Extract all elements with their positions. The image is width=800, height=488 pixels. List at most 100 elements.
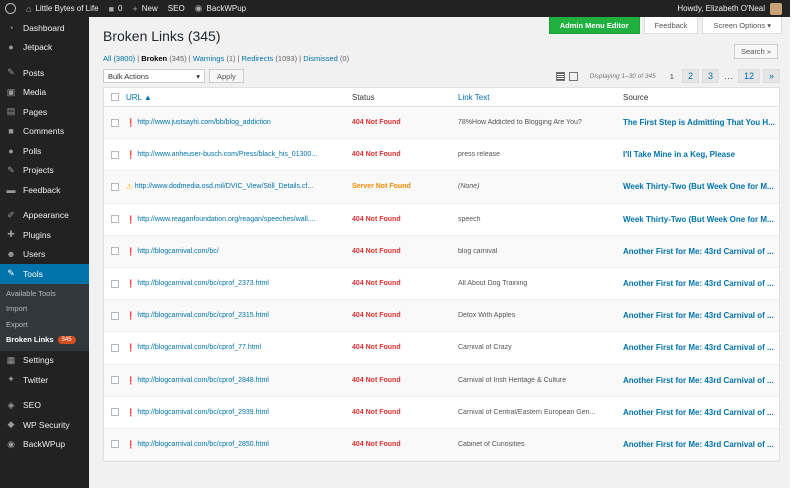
row-url-link[interactable]: http://www.justsayhi.com/bb/blog_addicti… bbox=[137, 119, 270, 126]
row-source-link[interactable]: Another First for Me: 43rd Carnival of .… bbox=[623, 376, 779, 385]
comments-icon: ■ bbox=[8, 126, 14, 137]
menu-pages[interactable]: ▤ Pages bbox=[0, 102, 89, 122]
excerpt-view-icon[interactable] bbox=[568, 71, 578, 81]
row-url-link[interactable]: http://blogcarnival.com/bc/cprof_2373.ht… bbox=[137, 280, 269, 287]
row-checkbox[interactable] bbox=[111, 408, 119, 417]
submenu-import[interactable]: Import bbox=[0, 301, 89, 317]
row-source-link[interactable]: Another First for Me: 43rd Carnival of .… bbox=[623, 247, 779, 256]
row-checkbox[interactable] bbox=[111, 311, 119, 320]
menu-plugins[interactable]: ✚ Plugins bbox=[0, 225, 89, 245]
admin-menu-editor-button[interactable]: Admin Menu Editor bbox=[548, 17, 640, 34]
filter-broken[interactable]: Broken bbox=[141, 54, 167, 63]
row-status: 404 Not Found bbox=[352, 119, 401, 127]
filter-dismissed[interactable]: Dismissed bbox=[303, 54, 338, 63]
menu-tools[interactable]: ✎ Tools bbox=[0, 264, 89, 284]
row-link-text: Carnival of Irish Heritage & Culture bbox=[458, 376, 567, 384]
howdy-user[interactable]: Howdy, Elizabeth O'Neal bbox=[677, 4, 765, 13]
row-source-link[interactable]: Another First for Me: 43rd Carnival of .… bbox=[623, 279, 779, 288]
filter-redirects[interactable]: Redirects bbox=[242, 54, 274, 63]
backwpup-link[interactable]: ◉ BackWPup bbox=[190, 0, 251, 17]
row-url-link[interactable]: http://blogcarnival.com/bc/cprof_77.html bbox=[137, 344, 261, 351]
row-source-link[interactable]: Week Thirty-Two (But Week One for M... bbox=[623, 182, 779, 191]
wordpress-icon bbox=[5, 3, 16, 14]
screen-meta-tabs: Admin Menu Editor Feedback Screen Option… bbox=[545, 17, 782, 34]
row-url-link[interactable]: http://www.dodmedia.osd.mil/DVIC_View/St… bbox=[135, 183, 313, 190]
row-url-link[interactable]: http://blogcarnival.com/bc/cprof_2939.ht… bbox=[137, 409, 269, 416]
error-icon: ❗ bbox=[126, 246, 136, 256]
submenu-broken-links[interactable]: Broken Links 345 bbox=[0, 332, 89, 348]
page-next[interactable]: » bbox=[762, 69, 780, 83]
row-checkbox[interactable] bbox=[111, 150, 119, 159]
table-row: ❗ http://blogcarnival.com/bc/cprof_2848.h… bbox=[104, 364, 779, 397]
menu-projects[interactable]: ✎ Projects bbox=[0, 161, 89, 181]
row-checkbox[interactable] bbox=[111, 440, 119, 449]
new-content-link[interactable]: + New bbox=[127, 0, 162, 17]
row-source-link[interactable]: Another First for Me: 43rd Carnival of .… bbox=[623, 440, 779, 449]
row-checkbox[interactable] bbox=[111, 247, 119, 256]
search-button[interactable]: Search » bbox=[733, 44, 778, 59]
page-ellipsis: … bbox=[723, 71, 733, 81]
tools-submenu: Available Tools Import Export Broken Lin… bbox=[0, 283, 89, 351]
select-all-checkbox[interactable] bbox=[111, 93, 119, 101]
row-source-link[interactable]: Another First for Me: 43rd Carnival of .… bbox=[623, 311, 779, 320]
row-source-link[interactable]: I'll Take Mine in a Keg, Please bbox=[623, 150, 779, 159]
row-url-link[interactable]: http://blogcarnival.com/bc/ bbox=[137, 248, 218, 255]
row-source-link[interactable]: The First Step is Admitting That You H..… bbox=[623, 118, 779, 127]
row-checkbox[interactable] bbox=[111, 279, 119, 288]
screen-options-button[interactable]: Screen Options ▾ bbox=[702, 17, 782, 34]
menu-posts[interactable]: ✎ Posts bbox=[0, 63, 89, 83]
menu-appearance[interactable]: ✐ Appearance bbox=[0, 206, 89, 226]
dashboard-icon: ◔ bbox=[8, 22, 14, 33]
column-url-header[interactable]: URL ▲ bbox=[126, 93, 352, 102]
feedback-button[interactable]: Feedback bbox=[643, 17, 699, 34]
row-link-text: Detox With Apples bbox=[458, 312, 516, 320]
row-source-link[interactable]: Week Thirty-Two (But Week One for M... bbox=[623, 215, 779, 224]
menu-comments[interactable]: ■ Comments bbox=[0, 122, 89, 142]
filter-all[interactable]: All (3800) bbox=[103, 54, 135, 63]
table-row: ❗ http://blogcarnival.com/bc/404 Not Foun… bbox=[104, 235, 779, 268]
menu-polls[interactable]: ● Polls bbox=[0, 141, 89, 161]
row-status: 404 Not Found bbox=[352, 312, 401, 320]
tools-icon: ✎ bbox=[7, 268, 15, 279]
menu-media[interactable]: ▣ Media bbox=[0, 83, 89, 103]
row-url-link[interactable]: http://www.reaganfoundation.org/reagan/s… bbox=[137, 216, 315, 223]
row-source-link[interactable]: Another First for Me: 43rd Carnival of .… bbox=[623, 408, 779, 417]
menu-seo[interactable]: ◈ SEO bbox=[0, 396, 89, 416]
row-checkbox[interactable] bbox=[111, 182, 119, 191]
row-url-link[interactable]: http://blogcarnival.com/bc/cprof_2850.ht… bbox=[137, 441, 269, 448]
error-icon: ❗ bbox=[126, 150, 136, 160]
row-checkbox[interactable] bbox=[111, 215, 119, 224]
row-link-text: Carnival of Crazy bbox=[458, 344, 512, 352]
comments-link[interactable]: ■ 0 bbox=[104, 0, 128, 17]
list-view-icon[interactable] bbox=[555, 71, 565, 81]
plugins-icon: ✚ bbox=[7, 229, 15, 240]
row-url-link[interactable]: http://blogcarnival.com/bc/cprof_2315.ht… bbox=[137, 312, 269, 319]
menu-twitter[interactable]: ✦ Twitter bbox=[0, 370, 89, 390]
menu-backwpup[interactable]: ◉ BackWPup bbox=[0, 435, 89, 455]
site-name-link[interactable]: ⌂ Little Bytes of Life bbox=[21, 0, 104, 17]
submenu-export[interactable]: Export bbox=[0, 317, 89, 333]
seo-link[interactable]: SEO bbox=[163, 0, 190, 17]
wp-logo[interactable] bbox=[0, 0, 21, 17]
submenu-available-tools[interactable]: Available Tools bbox=[0, 286, 89, 302]
menu-settings[interactable]: ▦ Settings bbox=[0, 351, 89, 371]
filter-warnings[interactable]: Warnings bbox=[193, 54, 224, 63]
menu-users[interactable]: ☻ Users bbox=[0, 245, 89, 265]
avatar[interactable] bbox=[770, 2, 782, 15]
row-source-link[interactable]: Another First for Me: 43rd Carnival of .… bbox=[623, 343, 779, 352]
page-link-3[interactable]: 3 bbox=[701, 69, 719, 83]
row-checkbox[interactable] bbox=[111, 376, 119, 385]
page-link-12[interactable]: 12 bbox=[737, 69, 760, 83]
menu-feedback[interactable]: ▬ Feedback bbox=[0, 180, 89, 200]
menu-wp-security[interactable]: ◆ WP Security bbox=[0, 415, 89, 435]
apply-button[interactable]: Apply bbox=[209, 69, 244, 83]
menu-jetpack[interactable]: ● Jetpack bbox=[0, 38, 89, 58]
row-checkbox[interactable] bbox=[111, 343, 119, 352]
row-checkbox[interactable] bbox=[111, 118, 119, 127]
menu-dashboard[interactable]: ◔ Dashboard bbox=[0, 18, 89, 38]
row-url-link[interactable]: http://blogcarnival.com/bc/cprof_2848.ht… bbox=[137, 377, 269, 384]
bulk-actions-select[interactable]: Bulk Actions ▾ bbox=[103, 69, 205, 83]
page-link-2[interactable]: 2 bbox=[681, 69, 699, 83]
column-link-text-header[interactable]: Link Text bbox=[458, 93, 623, 102]
row-url-link[interactable]: http://www.anheuser-busch.com/Press/blac… bbox=[137, 151, 317, 158]
